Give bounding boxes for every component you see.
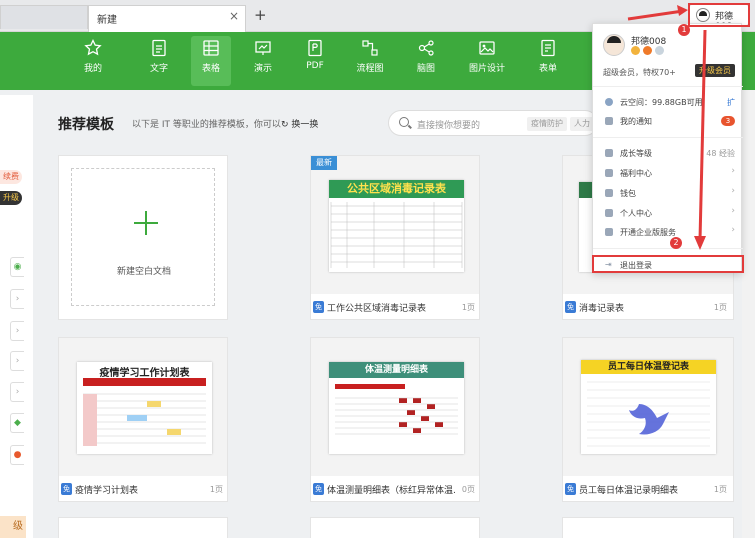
annotation-arrows xyxy=(627,5,707,250)
step-marker-1: 1 xyxy=(678,24,690,36)
step-marker-2: 2 xyxy=(670,237,682,249)
